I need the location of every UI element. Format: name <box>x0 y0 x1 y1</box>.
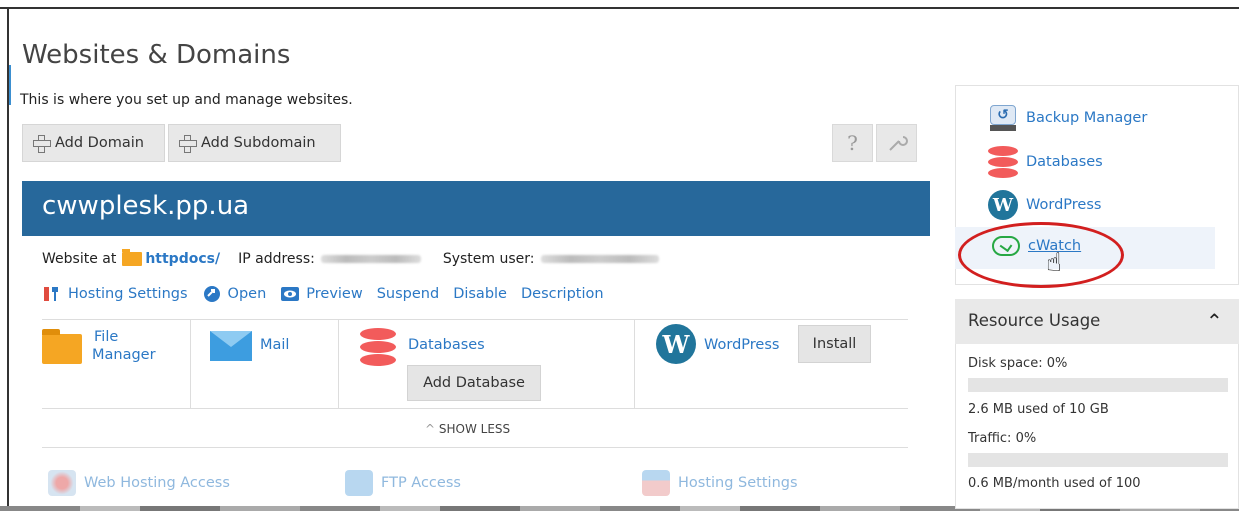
hosting-settings-more-link[interactable]: Hosting Settings <box>642 470 798 496</box>
hosting-settings-link[interactable]: Hosting Settings <box>42 285 188 303</box>
ftp-icon <box>345 470 373 496</box>
eye-icon <box>281 287 300 301</box>
open-label: Open <box>227 286 267 302</box>
add-database-button[interactable]: Add Database <box>407 365 541 401</box>
add-subdomain-label: Add Subdomain <box>201 135 316 151</box>
show-less-label: SHOW LESS <box>438 422 511 436</box>
help-button[interactable]: ? <box>832 124 873 162</box>
window-top-border <box>0 0 1239 9</box>
wordpress-icon: W <box>988 190 1018 220</box>
domain-header: cwwplesk.pp.ua <box>22 181 930 236</box>
ftp-access-link[interactable]: FTP Access <box>345 470 461 496</box>
folder-icon <box>122 249 143 266</box>
chevron-up-icon: ^ <box>425 422 436 436</box>
ip-label: IP address: <box>238 251 315 267</box>
page-subtitle: This is where you set up and manage webs… <box>20 92 353 108</box>
open-link[interactable]: Open <box>202 285 267 303</box>
show-less-toggle[interactable]: ^ SHOW LESS <box>425 422 510 436</box>
domain-info-line: Website at httpdocs/ IP address: System … <box>42 249 659 267</box>
traffic-value: 0% <box>1015 431 1037 446</box>
file-manager-label-line1: File <box>94 329 119 345</box>
domain-name: cwwplesk.pp.ua <box>42 191 250 221</box>
chevron-up-icon[interactable]: ⌃ <box>1206 309 1223 333</box>
description-link[interactable]: Description <box>521 286 604 302</box>
sidebar-item-label: WordPress <box>1026 197 1102 213</box>
suspend-link[interactable]: Suspend <box>377 286 439 302</box>
docroot-link[interactable]: httpdocs/ <box>145 251 220 267</box>
window-left-accent <box>9 65 11 105</box>
sidebar-item-databases[interactable]: Databases <box>988 146 1103 178</box>
preview-link[interactable]: Preview <box>280 286 363 302</box>
sidebar-item-label: Backup Manager <box>1026 110 1148 126</box>
system-user-redacted <box>540 255 659 263</box>
cards-bottom-divider <box>42 408 908 409</box>
wordpress-icon[interactable]: W <box>656 324 696 364</box>
hosting-settings-label: Hosting Settings <box>68 286 188 302</box>
disk-usage-bar <box>968 378 1228 392</box>
web-hosting-access-link[interactable]: Web Hosting Access <box>48 470 230 496</box>
add-domain-label: Add Domain <box>55 135 144 151</box>
settings-button[interactable] <box>876 124 917 162</box>
open-icon <box>203 286 220 302</box>
disable-link[interactable]: Disable <box>453 286 507 302</box>
website-at-label: Website at <box>42 251 117 267</box>
database-icon[interactable] <box>360 328 396 368</box>
plus-icon <box>179 135 197 153</box>
hosting-settings-more-label: Hosting Settings <box>678 475 798 491</box>
traffic-usage-bar <box>968 453 1228 467</box>
page-title: Websites & Domains <box>22 40 291 70</box>
file-manager-link[interactable]: File Manager <box>92 328 156 364</box>
disk-space-label: Disk space: <box>968 356 1047 371</box>
wordpress-link[interactable]: WordPress <box>704 336 779 354</box>
cards-top-divider <box>42 319 908 320</box>
hosting-settings-icon <box>642 470 670 496</box>
database-icon <box>988 146 1018 178</box>
sidebar-item-label: Databases <box>1026 154 1103 170</box>
wrench-icon <box>888 136 908 151</box>
card-divider <box>634 319 635 409</box>
file-manager-label-line2: Manager <box>92 347 156 363</box>
sidebar-item-backup-manager[interactable]: ↺ Backup Manager <box>988 105 1147 131</box>
wordpress-install-button[interactable]: Install <box>798 325 871 363</box>
preview-label: Preview <box>306 286 363 302</box>
mail-link[interactable]: Mail <box>260 336 289 354</box>
backup-icon: ↺ <box>988 105 1018 131</box>
highlight-circle <box>958 222 1124 288</box>
traffic-usage-detail: 0.6 MB/month used of 100 <box>968 476 1141 491</box>
traffic-line: Traffic: 0% <box>968 431 1036 446</box>
domain-actions: Hosting Settings Open Preview Suspend Di… <box>42 285 604 303</box>
globe-icon <box>48 470 76 496</box>
show-less-divider <box>42 447 908 448</box>
file-manager-icon[interactable] <box>42 329 82 364</box>
card-divider <box>338 319 339 409</box>
system-user-label: System user: <box>442 251 535 267</box>
resource-usage-title: Resource Usage <box>968 311 1101 330</box>
traffic-label: Traffic: <box>968 431 1016 446</box>
add-subdomain-button[interactable]: Add Subdomain <box>168 124 341 162</box>
plus-icon <box>33 135 51 153</box>
databases-link[interactable]: Databases <box>408 336 485 354</box>
add-domain-button[interactable]: Add Domain <box>22 124 165 162</box>
question-icon: ? <box>847 131 858 155</box>
ftp-access-label: FTP Access <box>381 475 461 491</box>
ip-value-redacted <box>320 255 421 263</box>
web-hosting-access-label: Web Hosting Access <box>84 475 230 491</box>
disk-usage-detail: 2.6 MB used of 10 GB <box>968 402 1109 417</box>
card-divider <box>190 319 191 409</box>
mail-icon[interactable] <box>210 331 252 361</box>
hand-cursor-icon: ☝ <box>1046 248 1062 278</box>
tools-icon <box>44 287 58 301</box>
disk-space-value: 0% <box>1046 356 1068 371</box>
disk-space-line: Disk space: 0% <box>968 356 1067 371</box>
sidebar-item-wordpress[interactable]: W WordPress <box>988 190 1101 220</box>
